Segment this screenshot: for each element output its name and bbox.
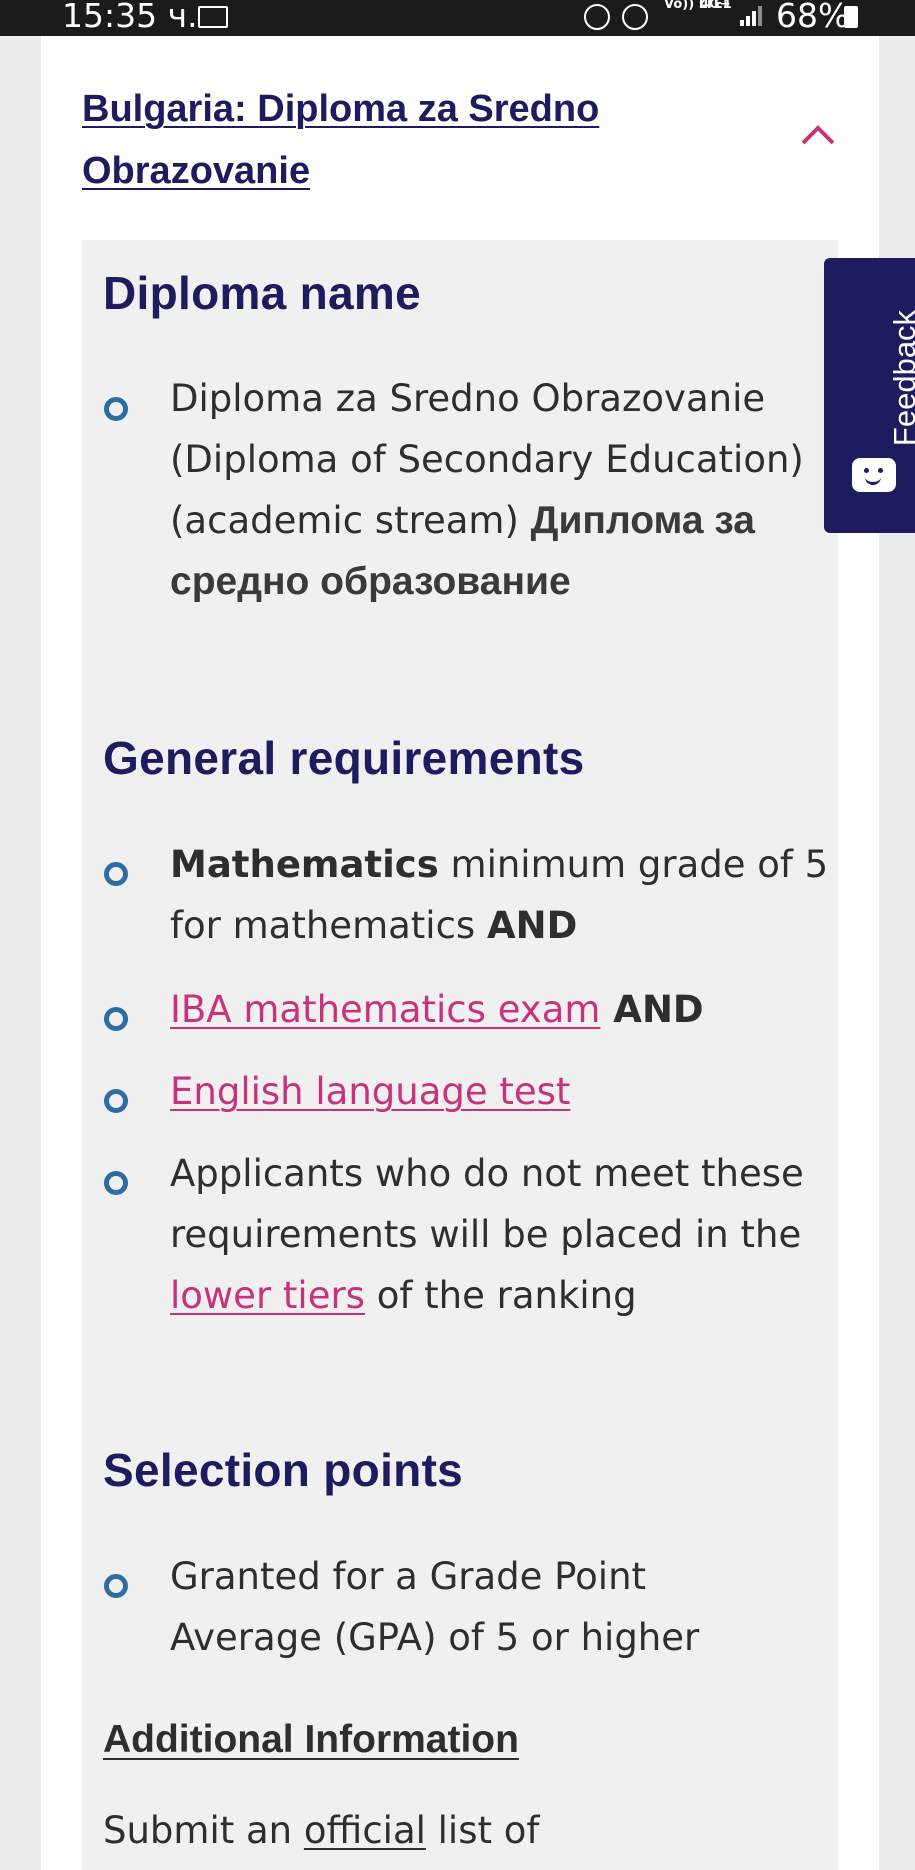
- submit-post: list of: [425, 1809, 540, 1852]
- battery-percent: 68%: [776, 0, 850, 35]
- bullet-icon: [104, 1171, 128, 1195]
- selection-points-heading: Selection points: [103, 1444, 464, 1496]
- selection-point-item: Granted for a Grade Point Average (GPA) …: [170, 1555, 700, 1659]
- math-label: Mathematics: [170, 843, 439, 886]
- and-label: AND: [600, 988, 704, 1031]
- accordion-title[interactable]: Bulgaria: Diploma za Sredno Obrazovanie: [82, 78, 682, 202]
- status-time: 15:35 ч.: [62, 0, 198, 35]
- signal-icon: [740, 6, 764, 26]
- bullet-icon: [104, 862, 128, 886]
- requirement-math: Mathematics minimum grade of 5 for mathe…: [170, 834, 830, 956]
- general-requirements-heading: General requirements: [103, 732, 585, 784]
- bullet-icon: [104, 1574, 128, 1598]
- chevron-up-icon[interactable]: [800, 122, 836, 146]
- additional-info-text: Submit an official list of: [103, 1800, 539, 1861]
- network-type: 4G+: [700, 0, 731, 12]
- lower-tiers-post: of the ranking: [364, 1274, 637, 1317]
- bullet-icon: [104, 397, 128, 421]
- and-label: AND: [486, 904, 578, 947]
- smiley-chat-icon: [852, 458, 896, 492]
- official-link[interactable]: official: [304, 1809, 426, 1852]
- submit-pre: Submit an: [103, 1809, 304, 1852]
- requirement-iba: IBA mathematics exam AND: [170, 979, 830, 1040]
- feedback-label: Feedback: [887, 309, 915, 447]
- requirement-lower-tiers: Applicants who do not meet these require…: [170, 1143, 810, 1326]
- iba-exam-link[interactable]: IBA mathematics exam: [170, 988, 600, 1031]
- lower-tiers-link[interactable]: lower tiers: [170, 1274, 365, 1317]
- alarm-icon: [622, 4, 648, 30]
- bullet-icon: [104, 1007, 128, 1031]
- english-test-link[interactable]: English language test: [170, 1070, 570, 1113]
- additional-info-heading: Additional Information: [103, 1718, 519, 1761]
- feedback-button[interactable]: Feedback: [824, 258, 915, 533]
- lower-tiers-pre: Applicants who do not meet these require…: [170, 1152, 804, 1256]
- diploma-name-item: Diploma za Sredno Obrazovanie (Diploma o…: [170, 368, 830, 612]
- diploma-name-heading: Diploma name: [103, 267, 422, 319]
- status-bar: 15:35 ч. Vo)) LTE1 4G+ 68%: [0, 0, 915, 36]
- outlook-notification-icon: [198, 6, 228, 28]
- bullet-icon: [104, 1089, 128, 1113]
- battery-icon: [844, 6, 858, 28]
- alarm-lock-icon: [584, 4, 610, 30]
- requirement-english: English language test: [170, 1061, 830, 1122]
